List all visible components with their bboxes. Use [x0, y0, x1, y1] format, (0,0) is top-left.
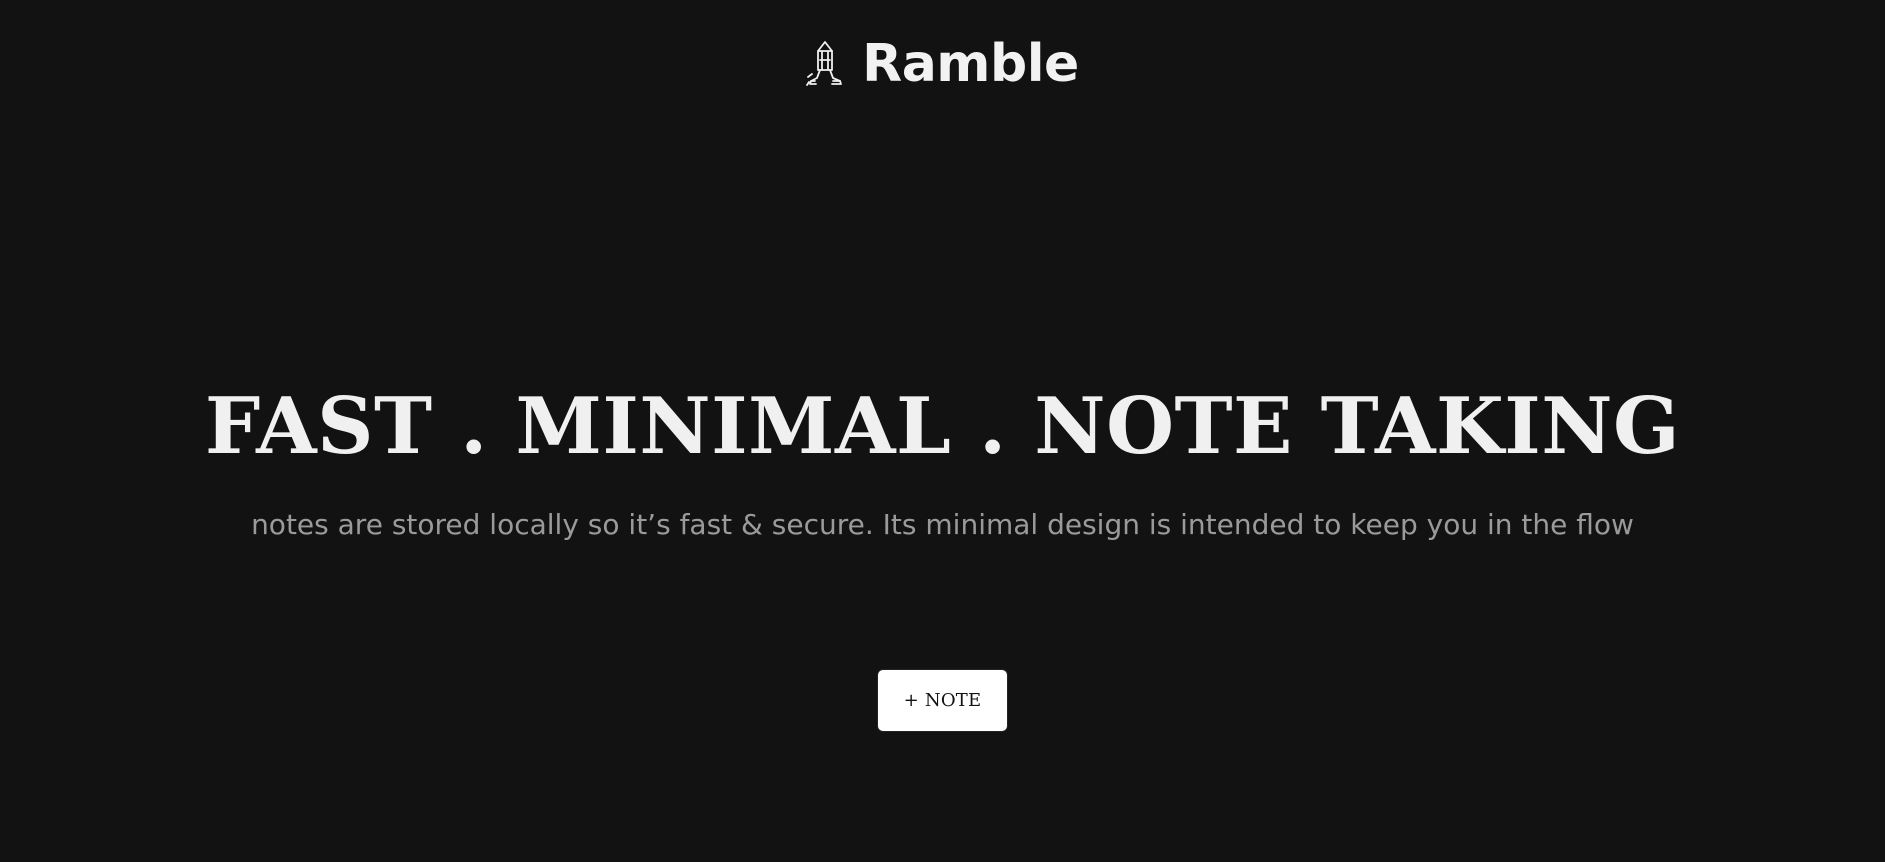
new-note-button[interactable]: + NOTE	[878, 670, 1007, 731]
pencil-walker-icon	[806, 41, 843, 86]
app-name: Ramble	[862, 34, 1079, 94]
cta-container: + NOTE	[0, 670, 1885, 731]
hero-subtitle: notes are stored locally so it’s fast & …	[251, 508, 1634, 541]
hero-title: FAST . MINIMAL . NOTE TAKING	[204, 381, 1681, 472]
brand-header: Ramble	[0, 38, 1885, 90]
landing-page: Ramble FAST . MINIMAL . NOTE TAKING note…	[0, 0, 1885, 862]
